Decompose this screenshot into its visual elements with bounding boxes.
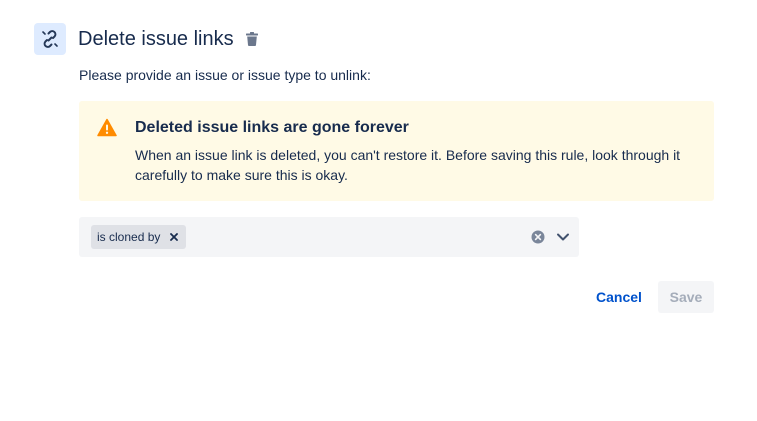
- warning-message: Deleted issue links are gone forever Whe…: [79, 101, 714, 201]
- trash-icon[interactable]: [245, 31, 259, 47]
- unlink-icon: [34, 23, 66, 55]
- form-prompt: Please provide an issue or issue type to…: [79, 67, 371, 83]
- save-button[interactable]: Save: [658, 281, 714, 313]
- issue-link-type-select[interactable]: is cloned by: [79, 217, 579, 257]
- delete-issue-links-panel: Delete issue links Please provide an iss…: [0, 0, 757, 421]
- panel-header: Delete issue links: [34, 23, 259, 55]
- selected-value-chip: is cloned by: [91, 225, 187, 249]
- chip-label: is cloned by: [97, 230, 161, 244]
- warning-body: When an issue link is deleted, you can't…: [135, 147, 681, 183]
- remove-chip-icon[interactable]: [166, 229, 182, 245]
- clear-icon[interactable]: [531, 230, 545, 244]
- chevron-down-icon[interactable]: [555, 229, 571, 245]
- warning-title: Deleted issue links are gone forever: [135, 119, 409, 136]
- warning-icon: [97, 118, 117, 138]
- page-title: Delete issue links: [78, 28, 234, 50]
- cancel-button[interactable]: Cancel: [588, 281, 650, 313]
